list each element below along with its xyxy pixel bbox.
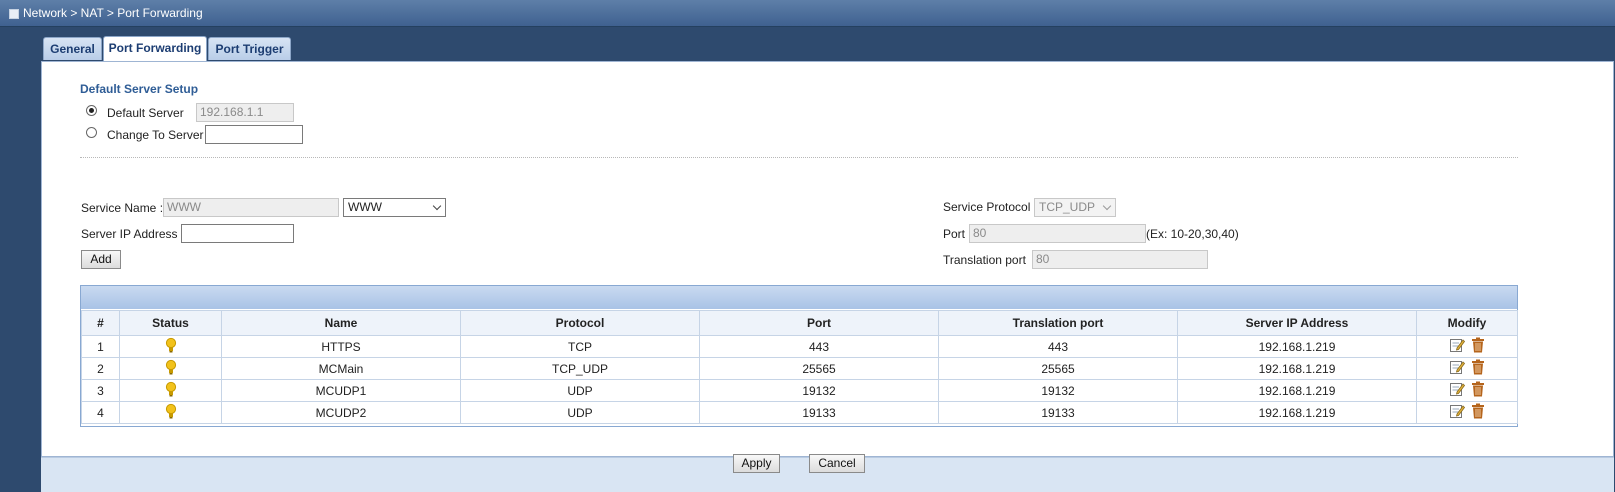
service-protocol-select[interactable]: TCP_UDP: [1034, 198, 1116, 217]
delete-icon[interactable]: [1471, 403, 1485, 422]
table-header-band: [81, 286, 1517, 309]
port-label: Port: [943, 227, 966, 241]
row-protocol: UDP: [460, 401, 700, 424]
lightbulb-icon: [165, 359, 177, 378]
lightbulb-icon: [165, 381, 177, 400]
default-server-radio[interactable]: [86, 105, 97, 116]
row-num: 1: [81, 335, 120, 358]
edit-icon[interactable]: [1449, 403, 1466, 422]
table-row: 2 MCMain TCP_UDP 25565 25565 192.168.1.219: [81, 357, 1518, 380]
col-header-status[interactable]: Status: [119, 310, 222, 336]
service-name-select-value: WWW: [348, 200, 382, 214]
change-to-server-label: Change To Server: [107, 128, 204, 142]
table-row: 4 MCUDP2 UDP 19133 19133 192.168.1.219: [81, 401, 1518, 424]
row-port: 25565: [699, 357, 939, 380]
breadcrumb: Network > NAT > Port Forwarding: [23, 6, 203, 20]
row-port: 19133: [699, 401, 939, 424]
row-num: 3: [81, 379, 120, 402]
breadcrumb-bar: Network > NAT > Port Forwarding: [0, 0, 1615, 27]
delete-icon[interactable]: [1471, 359, 1485, 378]
lightbulb-icon: [165, 403, 177, 422]
edit-icon[interactable]: [1449, 337, 1466, 356]
lightbulb-icon: [165, 337, 177, 356]
row-translation-port: 443: [938, 335, 1178, 358]
chevron-down-icon: [1102, 201, 1112, 211]
row-status: [119, 357, 222, 380]
change-to-server-radio[interactable]: [86, 127, 97, 138]
cancel-button[interactable]: Cancel: [809, 454, 865, 473]
row-name: MCMain: [221, 357, 461, 380]
col-header-port[interactable]: Port: [699, 310, 939, 336]
service-name-field[interactable]: WWW: [163, 198, 339, 217]
divider: [80, 157, 1518, 158]
row-port: 443: [699, 335, 939, 358]
table-row: 3 MCUDP1 UDP 19132 19132 192.168.1.219: [81, 379, 1518, 402]
edit-icon[interactable]: [1449, 359, 1466, 378]
default-server-ip-field[interactable]: 192.168.1.1: [196, 103, 294, 122]
row-server-ip: 192.168.1.219: [1177, 335, 1417, 358]
row-translation-port: 19132: [938, 379, 1178, 402]
row-modify: [1416, 379, 1518, 402]
row-name: MCUDP1: [221, 379, 461, 402]
port-field[interactable]: 80: [969, 224, 1146, 243]
row-protocol: TCP: [460, 335, 700, 358]
table-header-row: # Status Name Protocol Port Translation …: [81, 310, 1518, 336]
row-modify: [1416, 401, 1518, 424]
table-row: 1 HTTPS TCP 443 443 192.168.1.219: [81, 335, 1518, 358]
left-margin: [0, 27, 41, 492]
row-name: HTTPS: [221, 335, 461, 358]
edit-icon[interactable]: [1449, 381, 1466, 400]
service-name-select[interactable]: WWW: [343, 198, 446, 217]
row-server-ip: 192.168.1.219: [1177, 401, 1417, 424]
col-header-protocol[interactable]: Protocol: [460, 310, 700, 336]
page-icon: [9, 9, 19, 19]
translation-port-field[interactable]: 80: [1032, 250, 1208, 269]
service-protocol-value: TCP_UDP: [1039, 200, 1096, 214]
col-header-modify: Modify: [1416, 310, 1518, 336]
row-status: [119, 401, 222, 424]
row-server-ip: 192.168.1.219: [1177, 379, 1417, 402]
col-header-name[interactable]: Name: [221, 310, 461, 336]
service-protocol-label: Service Protocol: [943, 200, 1031, 214]
tab-port-forwarding[interactable]: Port Forwarding: [103, 36, 207, 62]
row-port: 19132: [699, 379, 939, 402]
port-hint: (Ex: 10-20,30,40): [1146, 227, 1239, 241]
server-ip-field[interactable]: [181, 224, 294, 243]
rules-table: # Status Name Protocol Port Translation …: [81, 310, 1518, 424]
row-protocol: TCP_UDP: [460, 357, 700, 380]
col-header-server-ip[interactable]: Server IP Address: [1177, 310, 1417, 336]
row-translation-port: 19133: [938, 401, 1178, 424]
translation-port-label: Translation port: [943, 253, 1026, 267]
row-protocol: UDP: [460, 379, 700, 402]
row-modify: [1416, 335, 1518, 358]
chevron-down-icon: [432, 201, 442, 211]
service-name-label: Service Name :: [81, 201, 164, 215]
delete-icon[interactable]: [1471, 381, 1485, 400]
add-button[interactable]: Add: [81, 250, 121, 269]
row-num: 4: [81, 401, 120, 424]
rules-table-container: # Status Name Protocol Port Translation …: [80, 285, 1518, 427]
row-translation-port: 25565: [938, 357, 1178, 380]
row-server-ip: 192.168.1.219: [1177, 357, 1417, 380]
col-header-translation-port[interactable]: Translation port: [938, 310, 1178, 336]
row-modify: [1416, 357, 1518, 380]
tab-general[interactable]: General: [43, 37, 102, 60]
row-name: MCUDP2: [221, 401, 461, 424]
row-status: [119, 335, 222, 358]
col-header-num[interactable]: #: [81, 310, 120, 336]
default-server-label: Default Server: [107, 106, 184, 120]
row-status: [119, 379, 222, 402]
section-title: Default Server Setup: [80, 82, 199, 96]
delete-icon[interactable]: [1471, 337, 1485, 356]
change-to-server-field[interactable]: [205, 125, 303, 144]
row-num: 2: [81, 357, 120, 380]
server-ip-label: Server IP Address: [81, 227, 178, 241]
tab-port-trigger[interactable]: Port Trigger: [208, 37, 291, 60]
apply-button[interactable]: Apply: [733, 454, 780, 473]
